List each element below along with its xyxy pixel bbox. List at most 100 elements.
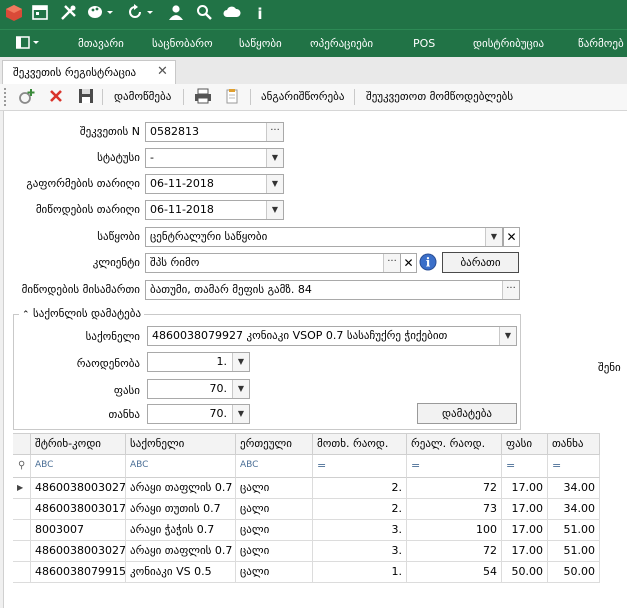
- delivery-address-input[interactable]: ბათუმი, თამარ მეფის გამზ. 84 ···: [145, 280, 520, 300]
- refresh-icon[interactable]: [126, 4, 154, 24]
- search-icon[interactable]: [194, 4, 214, 24]
- filter-cell-barcode[interactable]: ABC: [31, 455, 126, 478]
- column-header-actual-qty[interactable]: რეალ. რაოდ.: [407, 433, 502, 455]
- menu-item-main[interactable]: მთავარი: [78, 37, 124, 50]
- client-info-icon[interactable]: i: [418, 252, 438, 272]
- column-header-unit[interactable]: ერთეული: [236, 433, 313, 455]
- cell-price[interactable]: 17.00: [502, 499, 548, 520]
- cell-unit[interactable]: ცალი: [236, 499, 313, 520]
- status-select[interactable]: - ▼: [145, 148, 284, 168]
- cell-requested-qty[interactable]: 3.: [313, 520, 407, 541]
- clear-warehouse-icon[interactable]: ✕: [503, 227, 520, 247]
- cell-requested-qty[interactable]: 1.: [313, 562, 407, 583]
- cell-product[interactable]: არაყი ჭაჭის 0.7: [126, 520, 236, 541]
- palette-icon[interactable]: [86, 4, 114, 24]
- cell-unit[interactable]: ცალი: [236, 478, 313, 499]
- cell-barcode[interactable]: 4860038079915: [31, 562, 126, 583]
- filter-cell-amount[interactable]: =: [548, 455, 600, 478]
- calendar-icon[interactable]: [30, 4, 50, 24]
- cell-actual-qty[interactable]: 72: [407, 478, 502, 499]
- menu-item-reference[interactable]: საცნობარო: [152, 37, 213, 50]
- cell-barcode[interactable]: 8003007: [31, 520, 126, 541]
- delete-icon[interactable]: [48, 88, 64, 106]
- client-input[interactable]: შპს რიმო ···: [145, 253, 401, 273]
- column-header-amount[interactable]: თანხა: [548, 433, 600, 455]
- row-indicator[interactable]: [13, 541, 31, 562]
- cell-requested-qty[interactable]: 2.: [313, 499, 407, 520]
- cloud-icon[interactable]: [222, 4, 242, 24]
- cell-barcode[interactable]: 4860038003027: [31, 541, 126, 562]
- delivery-date-input[interactable]: 06-11-2018 ▼: [145, 200, 284, 220]
- client-card-button[interactable]: ბარათი: [442, 252, 519, 273]
- cell-requested-qty[interactable]: 3.: [313, 541, 407, 562]
- chevron-down-icon[interactable]: ▼: [499, 327, 516, 345]
- row-indicator[interactable]: [13, 562, 31, 583]
- filter-cell-product[interactable]: ABC: [126, 455, 236, 478]
- issue-date-input[interactable]: 06-11-2018 ▼: [145, 174, 284, 194]
- cell-amount[interactable]: 34.00: [548, 499, 600, 520]
- column-header-requested-qty[interactable]: მოთხ. რაოდ.: [313, 433, 407, 455]
- logo-icon[interactable]: [4, 4, 24, 24]
- cell-price[interactable]: 17.00: [502, 478, 548, 499]
- chevron-down-icon[interactable]: ▼: [266, 149, 283, 167]
- filter-pin-icon[interactable]: ⚲: [13, 455, 31, 478]
- add-product-button[interactable]: დამატება: [417, 403, 517, 424]
- row-indicator[interactable]: [13, 499, 31, 520]
- ellipsis-icon[interactable]: ···: [266, 123, 283, 141]
- ellipsis-icon[interactable]: ···: [502, 281, 519, 299]
- price-input[interactable]: 70. ▼: [147, 379, 250, 399]
- product-select[interactable]: 4860038079927 კონიაკი VSOP 0.7 სასაჩუქრე…: [147, 326, 517, 346]
- ellipsis-icon[interactable]: ···: [383, 254, 400, 272]
- cell-price[interactable]: 50.00: [502, 562, 548, 583]
- warehouse-select[interactable]: ცენტრალური საწყობი ▼: [145, 227, 503, 247]
- cell-unit[interactable]: ცალი: [236, 541, 313, 562]
- cell-actual-qty[interactable]: 73: [407, 499, 502, 520]
- cell-actual-qty[interactable]: 54: [407, 562, 502, 583]
- chevron-down-icon[interactable]: ▼: [485, 228, 502, 246]
- filter-cell-requested-qty[interactable]: =: [313, 455, 407, 478]
- cell-barcode[interactable]: 4860038003017: [31, 499, 126, 520]
- cell-amount[interactable]: 50.00: [548, 562, 600, 583]
- cell-requested-qty[interactable]: 2.: [313, 478, 407, 499]
- menu-item-operations[interactable]: ოპერაციები: [310, 37, 373, 50]
- clear-client-icon[interactable]: ✕: [400, 253, 417, 273]
- cell-product[interactable]: კონიაკი VS 0.5: [126, 562, 236, 583]
- chevron-down-icon[interactable]: ▼: [232, 353, 249, 371]
- cell-product[interactable]: არაყი თაფლის 0.7: [126, 478, 236, 499]
- column-header-price[interactable]: ფასი: [502, 433, 548, 455]
- sidebar-toggle-icon[interactable]: [15, 35, 42, 51]
- row-indicator[interactable]: [13, 520, 31, 541]
- cell-unit[interactable]: ცალი: [236, 520, 313, 541]
- cell-product[interactable]: არაყი თაფლის 0.7: [126, 541, 236, 562]
- chevron-down-icon[interactable]: ▼: [232, 380, 249, 398]
- collapse-icon[interactable]: ⌃: [22, 310, 30, 320]
- confirm-button[interactable]: დამოწმება: [114, 88, 171, 106]
- menu-item-warehouse[interactable]: საწყობი: [239, 37, 282, 50]
- cell-actual-qty[interactable]: 100: [407, 520, 502, 541]
- cell-unit[interactable]: ცალი: [236, 562, 313, 583]
- cell-barcode[interactable]: 4860038003027: [31, 478, 126, 499]
- print-icon[interactable]: [194, 88, 212, 106]
- user-icon[interactable]: [166, 4, 186, 24]
- tools-icon[interactable]: [58, 4, 78, 24]
- close-icon[interactable]: ✕: [157, 64, 168, 79]
- cell-product[interactable]: არაყი თუთის 0.7: [126, 499, 236, 520]
- row-indicator[interactable]: ▶: [13, 478, 31, 499]
- cell-price[interactable]: 17.00: [502, 520, 548, 541]
- chevron-down-icon[interactable]: ▼: [266, 201, 283, 219]
- save-icon[interactable]: [78, 88, 94, 106]
- order-number-input[interactable]: 0582813 ···: [145, 122, 284, 142]
- chevron-down-icon[interactable]: ▼: [232, 405, 249, 423]
- menu-item-distribution[interactable]: დისტრიბუცია: [473, 37, 544, 50]
- tab-order-registration[interactable]: შეკვეთის რეგისტრაცია ✕: [2, 60, 176, 85]
- add-product-group-header[interactable]: ⌃ საქონლის დამატება: [19, 307, 145, 320]
- clipboard-icon[interactable]: [224, 88, 240, 106]
- chevron-down-icon[interactable]: ▼: [266, 175, 283, 193]
- add-item-icon[interactable]: [18, 88, 36, 106]
- menu-item-production[interactable]: წარმოებ: [578, 37, 624, 50]
- column-header-barcode[interactable]: შტრიხ-კოდი: [31, 433, 126, 455]
- amount-input[interactable]: 70. ▼: [147, 404, 250, 424]
- cell-price[interactable]: 17.00: [502, 541, 548, 562]
- info-icon[interactable]: i: [250, 4, 270, 24]
- menu-item-pos[interactable]: POS: [413, 37, 435, 50]
